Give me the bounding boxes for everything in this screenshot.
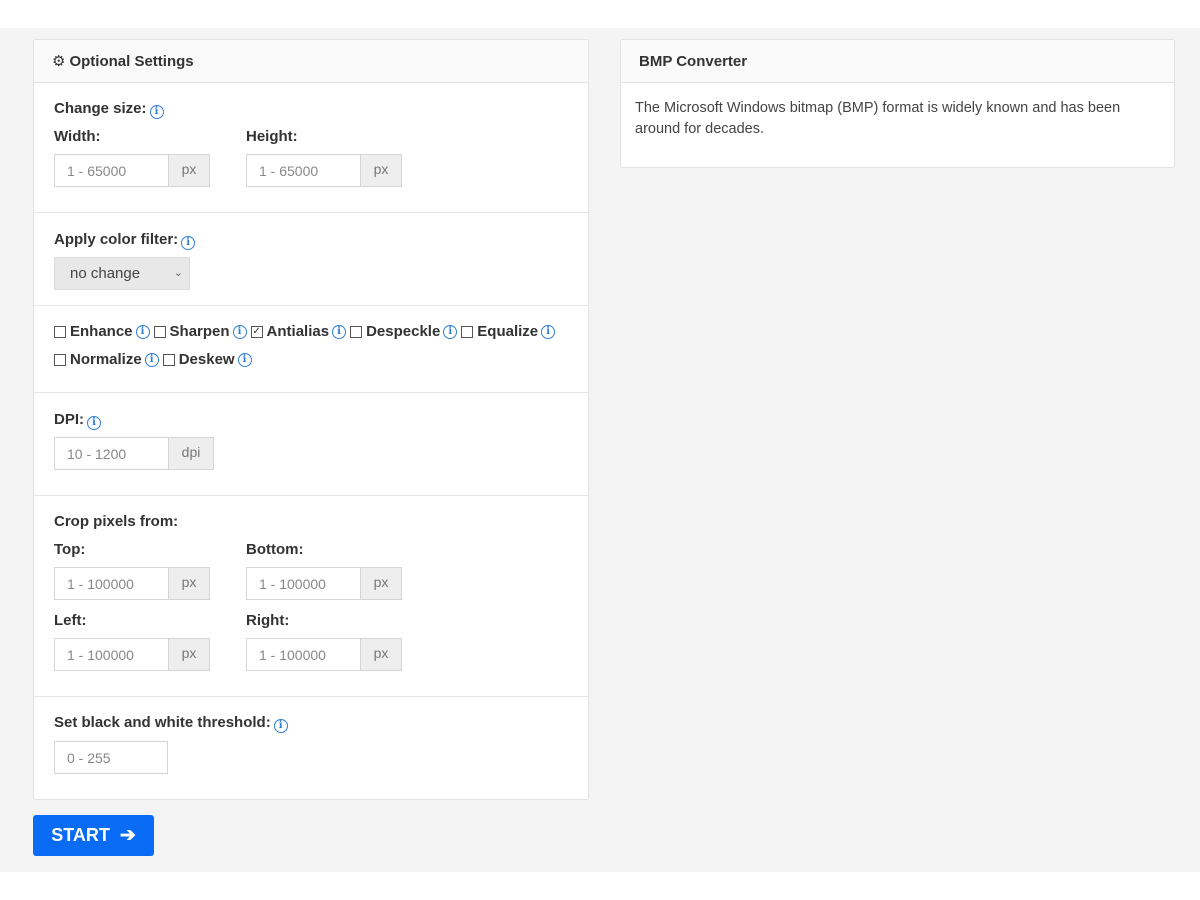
option-enhance[interactable]: Enhance i [54, 323, 150, 340]
option-label: Equalize [477, 323, 539, 340]
info-icon[interactable]: i [87, 416, 101, 430]
threshold-input-group [54, 741, 168, 774]
height-unit-addon: px [360, 154, 402, 187]
width-input-group: px [54, 154, 210, 187]
dpi-label-wrap: DPI: i [54, 411, 101, 430]
height-input[interactable] [246, 154, 360, 187]
option-label: Deskew [178, 351, 235, 368]
option-label: Sharpen [169, 323, 230, 340]
converter-description: The Microsoft Windows bitmap (BMP) forma… [635, 100, 1121, 137]
crop-left-input-group: px [54, 638, 210, 671]
gear-icon: ⚙ [52, 53, 66, 70]
option-sharpen[interactable]: Sharpen i [153, 323, 247, 340]
threshold-input[interactable] [54, 741, 168, 774]
optional-settings-header: ⚙ Optional Settings [34, 40, 588, 83]
dpi-section: DPI:i dpi [34, 393, 588, 496]
crop-bottom-label: Bottom: [246, 541, 304, 558]
option-label: Antialias [266, 323, 330, 340]
checkbox-despeckle[interactable] [350, 325, 363, 338]
options-row-1: Enhance i Sharpen i ✓ Antialias i Despeckle i… [54, 323, 559, 340]
crop-bottom-unit-addon: px [360, 567, 402, 600]
threshold-label: Set black and white threshold: [54, 714, 271, 731]
info-icon[interactable]: i [237, 352, 252, 367]
dpi-input[interactable] [54, 437, 168, 470]
info-icon[interactable]: i [541, 324, 556, 339]
dpi-input-group: dpi [54, 437, 214, 470]
change-size-label-wrap: Change size: i [54, 100, 164, 119]
checkbox-sharpen[interactable] [153, 325, 166, 338]
crop-left-unit-addon: px [168, 638, 210, 671]
option-equalize[interactable]: Equalize i [461, 323, 556, 340]
filter-options-section: Enhance i Sharpen i ✓ Antialias i Despeckle i… [34, 306, 588, 393]
converter-info-header: BMP Converter [621, 40, 1174, 83]
crop-left-input[interactable] [54, 638, 168, 671]
crop-label: Crop pixels from: [54, 513, 179, 530]
width-label: Width: [54, 128, 101, 145]
change-size-label: Change size: [54, 100, 147, 117]
option-deskew[interactable]: Deskew i [162, 351, 252, 368]
info-icon[interactable]: i [149, 105, 164, 119]
color-filter-label-wrap: Apply color filter: i [54, 231, 196, 250]
crop-right-input[interactable] [246, 638, 360, 671]
color-filter-select[interactable]: no change ⌄ [54, 257, 190, 290]
start-button-label: START [51, 825, 110, 845]
width-input[interactable] [54, 154, 168, 187]
info-icon[interactable]: i [443, 324, 458, 339]
dpi-unit-addon: dpi [168, 437, 214, 470]
optional-settings-title: Optional Settings [69, 52, 194, 70]
option-antialias[interactable]: ✓ Antialias i [250, 323, 347, 340]
crop-right-unit-addon: px [360, 638, 402, 671]
checkbox-enhance[interactable] [54, 325, 66, 338]
converter-title: BMP Converter [639, 52, 748, 70]
crop-top-label: Top: [54, 541, 86, 558]
info-icon[interactable]: i [181, 236, 196, 250]
crop-top-input-group: px [54, 567, 210, 600]
width-unit-addon: px [168, 154, 210, 187]
checkbox-deskew[interactable] [162, 353, 175, 366]
option-label: Despeckle [366, 323, 441, 340]
crop-right-label: Right: [246, 612, 290, 629]
checkbox-equalize[interactable] [461, 325, 474, 338]
crop-section: Crop pixels from: Top: Bottom: px px Lef… [34, 496, 588, 697]
chevron-down-icon: ⌄ [173, 267, 183, 279]
option-label: Enhance [70, 323, 133, 340]
crop-bottom-input[interactable] [246, 567, 360, 600]
option-normalize[interactable]: Normalize i [54, 351, 159, 368]
option-despeckle[interactable]: Despeckle i [350, 323, 458, 340]
height-input-group: px [246, 154, 402, 187]
crop-bottom-input-group: px [246, 567, 402, 600]
threshold-section: Set black and white threshold: i [34, 697, 588, 799]
crop-top-input[interactable] [54, 567, 168, 600]
options-row-2: Normalize i Deskew i [54, 351, 256, 368]
start-button[interactable]: START ➔ [33, 815, 154, 856]
threshold-label-wrap: Set black and white threshold: i [54, 714, 288, 733]
color-filter-selected: no change [70, 265, 141, 282]
crop-right-input-group: px [246, 638, 402, 671]
info-icon[interactable]: i [135, 324, 150, 339]
arrow-right-icon: ➔ [119, 825, 136, 846]
change-size-section: Change size:i Width: Height: px px [34, 83, 588, 213]
color-filter-section: Apply color filter: i no change ⌄ [34, 213, 588, 306]
checkbox-antialias[interactable]: ✓ [250, 325, 263, 338]
optional-settings-panel: ⚙ Optional Settings Change size: i Width:… [33, 39, 589, 800]
color-filter-label: Apply color filter: [54, 231, 179, 248]
info-icon[interactable]: i [273, 719, 288, 733]
converter-info-panel: BMP Converter The Microsoft Windows bitm… [620, 39, 1175, 168]
crop-left-label: Left: [54, 612, 87, 629]
crop-top-unit-addon: px [168, 567, 210, 600]
info-icon[interactable]: i [332, 324, 347, 339]
dpi-label: DPI: [54, 411, 84, 428]
checkbox-normalize[interactable] [54, 353, 66, 366]
info-icon[interactable]: i [232, 324, 247, 339]
option-label: Normalize [70, 351, 142, 368]
info-icon[interactable]: i [144, 352, 159, 367]
height-label: Height: [246, 128, 298, 145]
